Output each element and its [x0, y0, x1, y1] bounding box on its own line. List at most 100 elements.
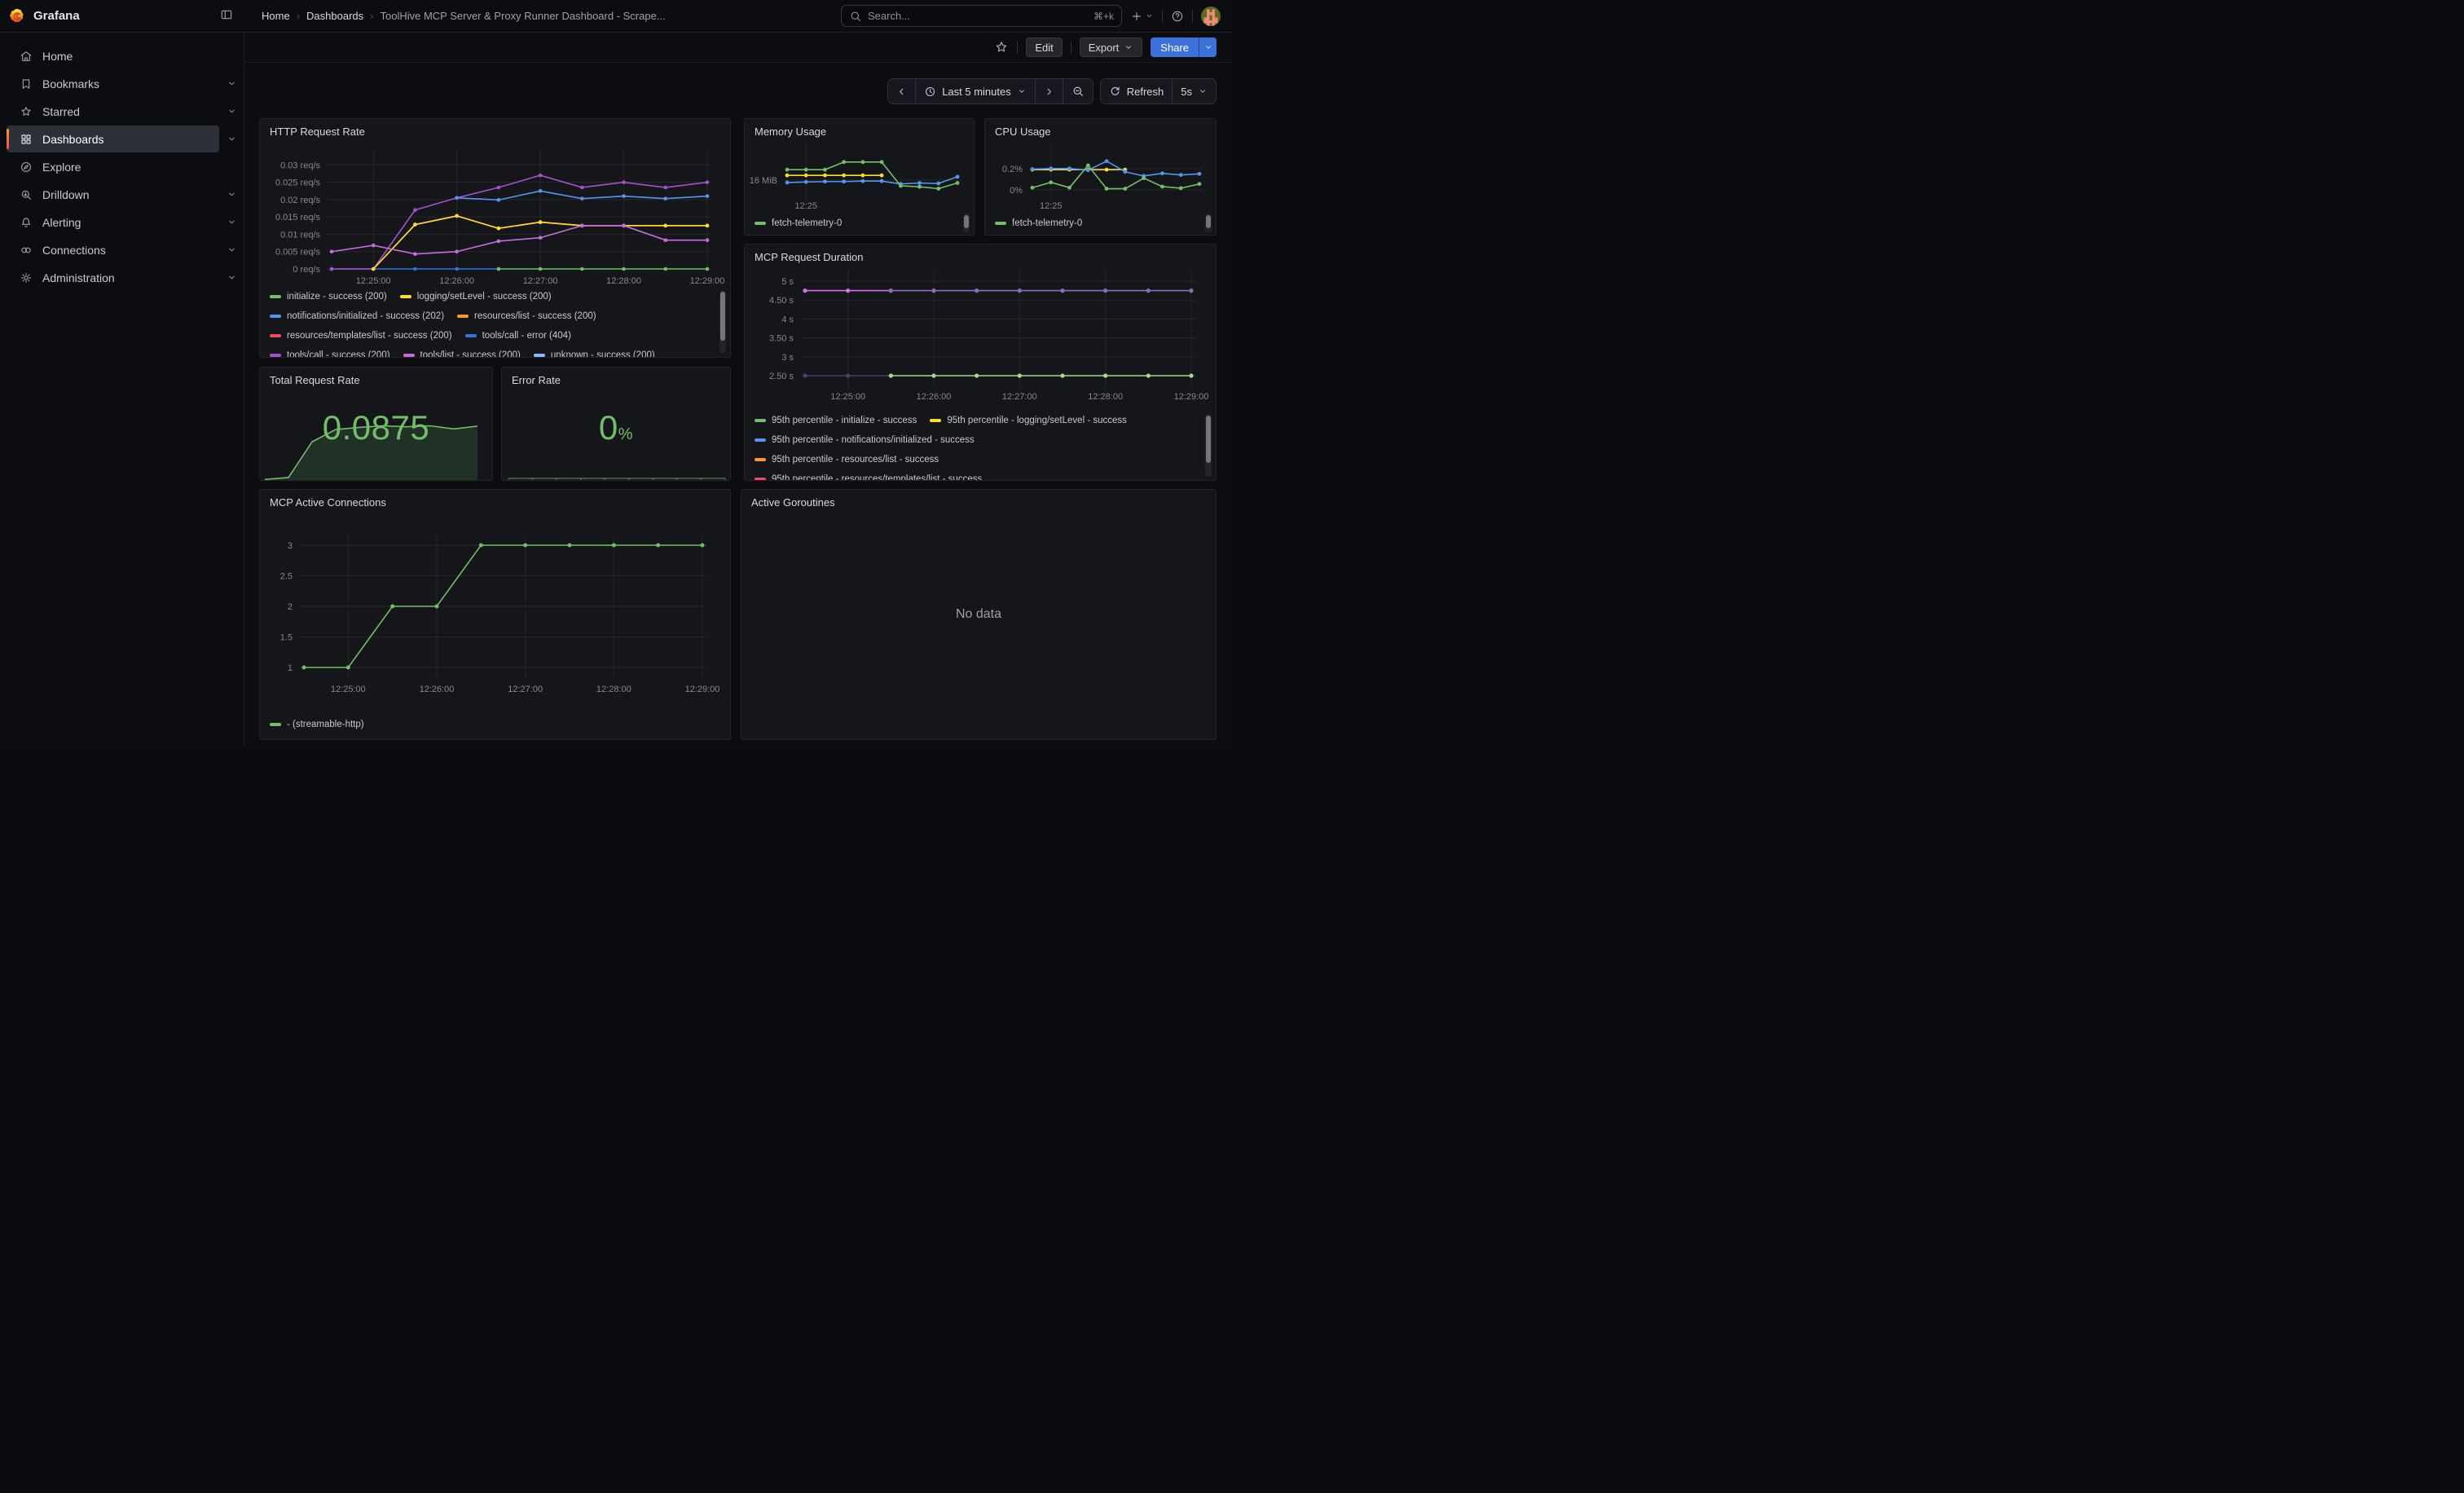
legend-item[interactable]: unknown - success (200): [534, 350, 655, 358]
sidebar-item-administration[interactable]: Administration: [7, 264, 219, 291]
time-range-picker[interactable]: Last 5 minutes: [916, 79, 1036, 103]
search-icon: [849, 10, 862, 23]
sidebar-item-label: Bookmarks: [42, 77, 99, 90]
help-button[interactable]: [1171, 10, 1184, 23]
legend-item[interactable]: notifications/initialized - success (202…: [270, 311, 444, 321]
svg-text:2.5: 2.5: [280, 572, 293, 582]
svg-text:12:25: 12:25: [1040, 201, 1063, 211]
panel-toggle-icon: [220, 8, 233, 24]
mcp-active-connections-chart[interactable]: 11.522.5312:25:0012:26:0012:27:0012:28:0…: [260, 490, 730, 739]
nav-brand-section: Grafana: [0, 0, 244, 32]
sidebar-item-home[interactable]: Home: [7, 42, 219, 69]
user-avatar[interactable]: [1201, 7, 1221, 26]
svg-text:0.015 req/s: 0.015 req/s: [275, 213, 321, 222]
time-shift-back-button[interactable]: [888, 79, 916, 103]
sidebar-item-label: Dashboards: [42, 133, 104, 146]
sidebar-item-dashboards[interactable]: Dashboards: [7, 126, 219, 152]
edit-button[interactable]: Edit: [1026, 37, 1062, 57]
legend-item[interactable]: fetch-telemetry-0: [755, 218, 842, 228]
plus-icon: [1130, 10, 1143, 23]
legend-scrollbar[interactable]: [1205, 414, 1212, 477]
sidebar-item-drilldown[interactable]: Drilldown: [7, 181, 219, 208]
svg-text:12:29:00: 12:29:00: [685, 685, 720, 694]
legend-swatch: [270, 334, 281, 338]
grafana-logo[interactable]: [8, 7, 26, 25]
svg-text:12:27:00: 12:27:00: [1002, 392, 1037, 402]
export-button[interactable]: Export: [1080, 37, 1143, 57]
legend-item[interactable]: tools/call - success (200): [270, 350, 390, 358]
legend-item[interactable]: 95th percentile - notifications/initiali…: [755, 435, 975, 445]
panel-title: Memory Usage: [745, 119, 974, 138]
legend-item[interactable]: 95th percentile - resources/list - succe…: [755, 455, 939, 465]
chevron-down-icon: [227, 217, 237, 227]
chevron-down-icon: [1017, 86, 1027, 96]
sidebar-item-connections[interactable]: Connections: [7, 236, 219, 263]
legend-scrollbar[interactable]: [963, 214, 970, 233]
legend-swatch: [465, 334, 477, 338]
top-nav: Grafana Home›Dashboards›ToolHive MCP Ser…: [0, 0, 1232, 33]
legend-item[interactable]: 95th percentile - logging/setLevel - suc…: [930, 416, 1127, 425]
legend-item[interactable]: 95th percentile - resources/templates/li…: [755, 474, 982, 481]
svg-text:16 MiB: 16 MiB: [750, 176, 777, 186]
search-box[interactable]: ⌘+k: [841, 5, 1122, 27]
svg-text:0.2%: 0.2%: [1002, 165, 1023, 174]
legend-swatch: [755, 419, 766, 423]
panel-total-request-rate: Total Request Rate 0.0875: [259, 367, 493, 481]
chevron-right-icon: [1044, 86, 1054, 97]
legend-item[interactable]: - (streamable-http): [270, 720, 364, 729]
legend-swatch: [755, 478, 766, 481]
svg-text:4 s: 4 s: [781, 315, 794, 324]
legend-scrollbar[interactable]: [1205, 214, 1212, 233]
divider: [1017, 41, 1018, 54]
legend-label: 95th percentile - initialize - success: [772, 416, 917, 425]
share-menu-button[interactable]: [1199, 37, 1217, 57]
time-controls: Last 5 minutes Refresh 5s: [887, 78, 1217, 104]
panel-http-request-rate: HTTP Request Rate 0 req/s0.005 req/s0.01…: [259, 118, 731, 358]
sidebar-item-starred[interactable]: Starred: [7, 98, 219, 125]
legend-label: tools/call - error (404): [482, 331, 571, 341]
legend-item[interactable]: 95th percentile - initialize - success: [755, 416, 917, 425]
svg-text:12:26:00: 12:26:00: [917, 392, 952, 402]
share-button[interactable]: Share: [1151, 37, 1199, 57]
sidebar-item-bookmarks[interactable]: Bookmarks: [7, 70, 219, 97]
legend-label: unknown - success (200): [551, 350, 655, 358]
divider: [1192, 10, 1193, 23]
chevron-down-icon: [1203, 42, 1213, 52]
legend-item[interactable]: logging/setLevel - success (200): [400, 292, 552, 302]
legend-swatch: [930, 419, 941, 423]
chevron-down-icon: [227, 244, 237, 255]
sidebar-toggle-icon[interactable]: [220, 8, 233, 24]
search-input[interactable]: [868, 10, 1088, 22]
sidebar-item-label: Connections: [42, 244, 106, 257]
refresh-interval-picker[interactable]: 5s: [1173, 79, 1216, 103]
sidebar-item-label: Administration: [42, 271, 115, 284]
legend-item[interactable]: resources/templates/list - success (200): [270, 331, 452, 341]
breadcrumb-item: ToolHive MCP Server & Proxy Runner Dashb…: [380, 10, 665, 22]
legend-item[interactable]: fetch-telemetry-0: [995, 218, 1082, 228]
legend-item[interactable]: tools/call - error (404): [465, 331, 571, 341]
sidebar-item-explore[interactable]: Explore: [7, 153, 219, 180]
chevron-down-icon: [227, 106, 237, 117]
legend-swatch: [270, 295, 281, 299]
star-dashboard-button[interactable]: [994, 40, 1009, 55]
sidebar-item-alerting[interactable]: Alerting: [7, 209, 219, 236]
legend-scrollbar[interactable]: [719, 290, 726, 354]
zoom-out-button[interactable]: [1063, 79, 1093, 103]
refresh-group: Refresh 5s: [1100, 78, 1217, 104]
time-shift-forward-button[interactable]: [1036, 79, 1063, 103]
sidebar-item-label: Explore: [42, 161, 81, 174]
legend-swatch: [534, 354, 545, 358]
svg-text:4.50 s: 4.50 s: [769, 296, 794, 306]
refresh-button[interactable]: Refresh: [1101, 79, 1173, 103]
clock-icon: [924, 86, 936, 98]
stat-unit: %: [618, 425, 633, 443]
legend-label: initialize - success (200): [287, 292, 387, 302]
breadcrumb-item[interactable]: Dashboards: [306, 10, 363, 22]
breadcrumb-item[interactable]: Home: [262, 10, 290, 22]
legend-swatch: [755, 458, 766, 462]
legend-item[interactable]: tools/list - success (200): [403, 350, 521, 358]
add-new-button[interactable]: [1130, 10, 1154, 23]
legend-item[interactable]: resources/list - success (200): [457, 311, 596, 321]
sidebar: Home Bookmarks Starred Dashboards Explore Dri…: [0, 33, 244, 746]
legend-item[interactable]: initialize - success (200): [270, 292, 387, 302]
